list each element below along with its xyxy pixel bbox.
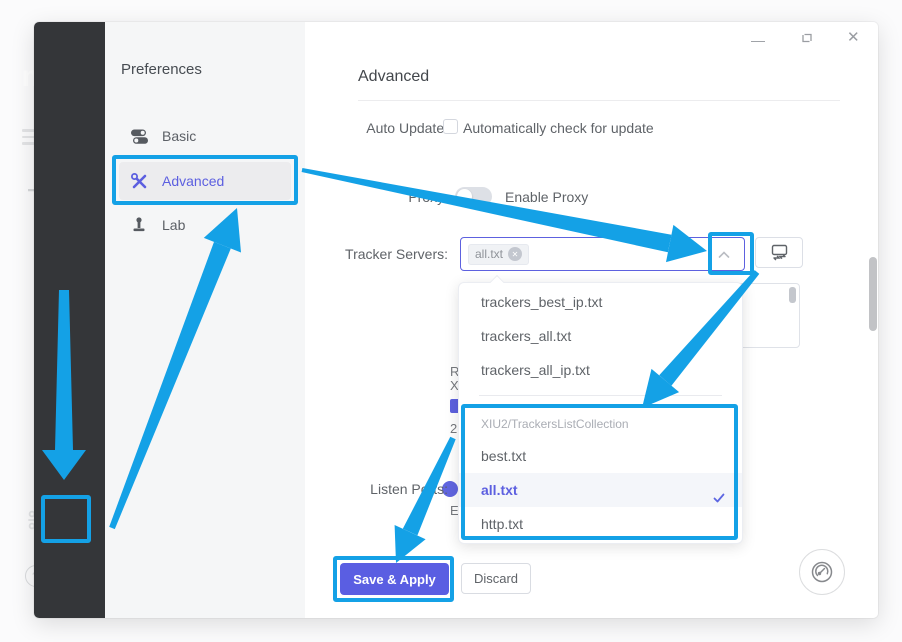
tag-label: all.txt (475, 247, 503, 261)
tracker-servers-label: Tracker Servers: (300, 246, 448, 262)
dropdown-option[interactable]: trackers_all.txt (459, 319, 742, 353)
nav-label: Lab (162, 217, 185, 233)
scrollbar-thumb[interactable] (869, 257, 877, 331)
close-button[interactable]: ✕ (847, 28, 860, 46)
nav-label: Basic (162, 128, 196, 144)
toggles-icon (129, 126, 149, 146)
app-sidebar (34, 22, 105, 618)
sync-trackers-button[interactable] (755, 237, 803, 268)
proxy-toggle-label: Enable Proxy (505, 189, 588, 205)
dropdown-option[interactable]: best.txt (459, 439, 742, 473)
nav-item-lab[interactable]: Lab (119, 206, 291, 244)
save-apply-button[interactable]: Save & Apply (340, 563, 449, 595)
page-title: Advanced (358, 68, 429, 86)
listen-ports-label: Listen Ports: (340, 481, 448, 497)
proxy-label: Proxy: (300, 189, 448, 205)
speedometer-icon (809, 559, 835, 585)
dropdown-option[interactable]: trackers_all_ip.txt (459, 353, 742, 387)
nav-item-advanced[interactable]: Advanced (119, 162, 291, 200)
auto-update-label: Auto Update: (300, 120, 448, 136)
proxy-toggle[interactable] (455, 187, 492, 206)
preferences-title: Preferences (121, 61, 202, 78)
tag-remove-icon[interactable]: ✕ (508, 247, 522, 261)
tracker-dropdown: trackers_best_ip.txt trackers_all.txt tr… (458, 282, 743, 544)
minimize-button[interactable]: — (751, 32, 765, 48)
restore-button[interactable] (800, 31, 814, 50)
toggle-knob (457, 189, 472, 204)
dropdown-option[interactable]: trackers_best_ip.txt (459, 285, 742, 319)
dropdown-option[interactable]: http.txt (459, 507, 742, 541)
auto-update-checkbox-label[interactable]: Automatically check for update (463, 120, 654, 136)
discard-button[interactable]: Discard (461, 563, 531, 594)
dropdown-option-selected[interactable]: all.txt (459, 473, 742, 507)
dropdown-divider (479, 395, 722, 396)
selected-tag: all.txt ✕ (468, 244, 529, 265)
textarea-scrollbar-thumb[interactable] (789, 287, 796, 303)
sync-screen-icon (770, 244, 789, 261)
tracker-servers-select[interactable]: all.txt ✕ (460, 237, 745, 271)
auto-update-checkbox[interactable] (443, 119, 458, 134)
dropdown-group-label: XIU2/TrackersListCollection (459, 415, 742, 433)
preferences-panel (105, 22, 305, 618)
nav-label: Advanced (162, 173, 224, 189)
title-divider (358, 100, 840, 101)
chevron-up-icon[interactable] (717, 248, 731, 267)
restore-icon (800, 31, 814, 45)
tools-icon (129, 171, 149, 191)
speed-limit-fab[interactable] (799, 549, 845, 595)
nav-item-basic[interactable]: Basic (119, 117, 291, 155)
lab-icon (129, 215, 149, 235)
